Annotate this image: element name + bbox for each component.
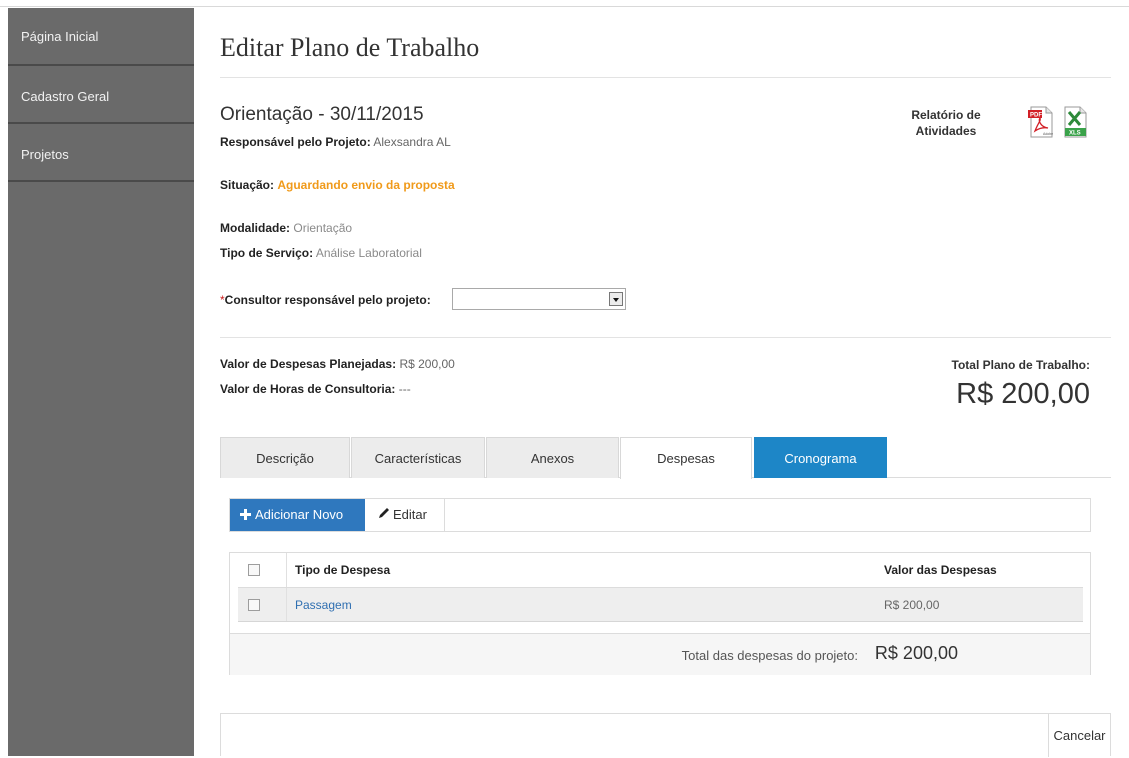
divider xyxy=(220,337,1111,338)
total-plan-value: R$ 200,00 xyxy=(956,378,1090,410)
modality-line: Modalidade: Orientação xyxy=(220,221,352,235)
responsible-line: Responsável pelo Projeto: Alexsandra AL xyxy=(220,135,451,149)
row-checkbox[interactable] xyxy=(248,599,260,611)
expense-type-link[interactable]: Passagem xyxy=(295,588,352,623)
tab-expenses[interactable]: Despesas xyxy=(620,437,752,479)
total-plan-label: Total Plano de Trabalho: xyxy=(951,358,1090,372)
service-type-line: Tipo de Serviço: Análise Laboratorial xyxy=(220,246,422,260)
column-header-expense-type: Tipo de Despesa xyxy=(295,563,391,577)
activity-report-label-line1: Relatório de xyxy=(911,108,981,122)
edit-button[interactable]: Editar xyxy=(366,499,445,531)
xls-icon[interactable]: XLS xyxy=(1062,106,1088,138)
project-expenses-total-value: R$ 200,00 xyxy=(874,643,958,663)
sidebar-item-home[interactable]: Página Inicial xyxy=(8,8,194,66)
expenses-toolbar: Adicionar Novo Editar xyxy=(229,498,1091,532)
sidebar-item-label: Página Inicial xyxy=(21,29,99,44)
divider xyxy=(220,77,1111,78)
pencil-icon xyxy=(379,508,389,518)
responsible-label: Responsável pelo Projeto: xyxy=(220,135,371,149)
planned-expenses-line: Valor de Despesas Planejadas: R$ 200,00 xyxy=(220,357,455,371)
status-value: Aguardando envio da proposta xyxy=(277,178,455,192)
tab-label: Despesas xyxy=(657,451,715,466)
tab-label: Anexos xyxy=(530,451,575,466)
project-title: Orientação - 30/11/2015 xyxy=(220,104,424,125)
table-row: Passagem R$ 200,00 xyxy=(238,588,1083,622)
activity-report-label-line2: Atividades xyxy=(915,124,977,138)
consulting-hours-line: Valor de Horas de Consultoria: --- xyxy=(220,382,411,396)
sidebar-item-projects[interactable]: Projetos xyxy=(8,124,194,182)
add-new-label: Adicionar Novo xyxy=(255,507,344,522)
select-all-checkbox[interactable] xyxy=(248,564,260,576)
cancel-button[interactable]: Cancelar xyxy=(1048,714,1110,757)
xls-icon-text: XLS xyxy=(1069,131,1081,137)
responsible-value: Alexsandra AL xyxy=(373,135,451,149)
service-type-value: Análise Laboratorial xyxy=(315,246,422,260)
planned-expenses-value: R$ 200,00 xyxy=(399,357,455,371)
column-header-expense-value: Valor das Despesas xyxy=(884,563,997,577)
plus-icon xyxy=(240,509,251,520)
tab-label: Características xyxy=(374,451,462,466)
sidebar-item-label: Projetos xyxy=(21,147,69,162)
bottom-action-bar: Cancelar xyxy=(220,713,1111,757)
modality-label: Modalidade: xyxy=(220,221,291,235)
add-new-button[interactable]: Adicionar Novo xyxy=(230,499,365,531)
chevron-down-icon[interactable] xyxy=(609,292,623,306)
pdf-icon[interactable]: PDF Adobe xyxy=(1028,106,1054,138)
activity-report-label: Relatório de Atividades xyxy=(896,107,996,139)
consultant-line: *Consultor responsável pelo projeto: xyxy=(220,293,431,307)
table-footer: Total das despesas do projeto: R$ 200,00 xyxy=(230,633,1090,675)
status-line: Situação: Aguardando envio da proposta xyxy=(220,178,455,192)
expense-value-cell: R$ 200,00 xyxy=(884,598,940,612)
modality-value: Orientação xyxy=(293,221,353,235)
tab-bar: Descrição Características Anexos Despesa… xyxy=(220,437,1111,479)
planned-expenses-label: Valor de Despesas Planejadas: xyxy=(220,357,397,371)
edit-label: Editar xyxy=(393,507,427,522)
tab-label: Cronograma xyxy=(784,451,857,466)
consultant-label: Consultor responsável pelo projeto: xyxy=(224,293,431,307)
table-header: Tipo de Despesa Valor das Despesas xyxy=(238,553,1083,588)
service-type-label: Tipo de Serviço: xyxy=(220,246,314,260)
project-expenses-total-label: Total das despesas do projeto: xyxy=(681,648,858,663)
consultant-select[interactable] xyxy=(452,288,626,310)
tab-attachments[interactable]: Anexos xyxy=(486,437,619,478)
tab-description[interactable]: Descrição xyxy=(220,437,350,478)
status-label: Situação: xyxy=(220,178,275,192)
consulting-hours-label: Valor de Horas de Consultoria: xyxy=(220,382,396,396)
expenses-table-panel: Tipo de Despesa Valor das Despesas Passa… xyxy=(229,552,1091,675)
column-divider xyxy=(286,553,287,587)
page-title: Editar Plano de Trabalho xyxy=(220,33,480,62)
tab-schedule[interactable]: Cronograma xyxy=(754,437,887,478)
consulting-hours-value: --- xyxy=(398,382,411,396)
sidebar-item-general-registration[interactable]: Cadastro Geral xyxy=(8,66,194,124)
tab-characteristics[interactable]: Características xyxy=(351,437,485,478)
main-content: Editar Plano de Trabalho Orientação - 30… xyxy=(220,0,1112,757)
sidebar-item-label: Cadastro Geral xyxy=(21,89,110,104)
pdf-icon-subtext: Adobe xyxy=(1043,132,1053,136)
column-divider xyxy=(286,588,287,621)
tab-label: Descrição xyxy=(256,451,314,466)
sidebar: Página Inicial Cadastro Geral Projetos xyxy=(8,8,194,756)
